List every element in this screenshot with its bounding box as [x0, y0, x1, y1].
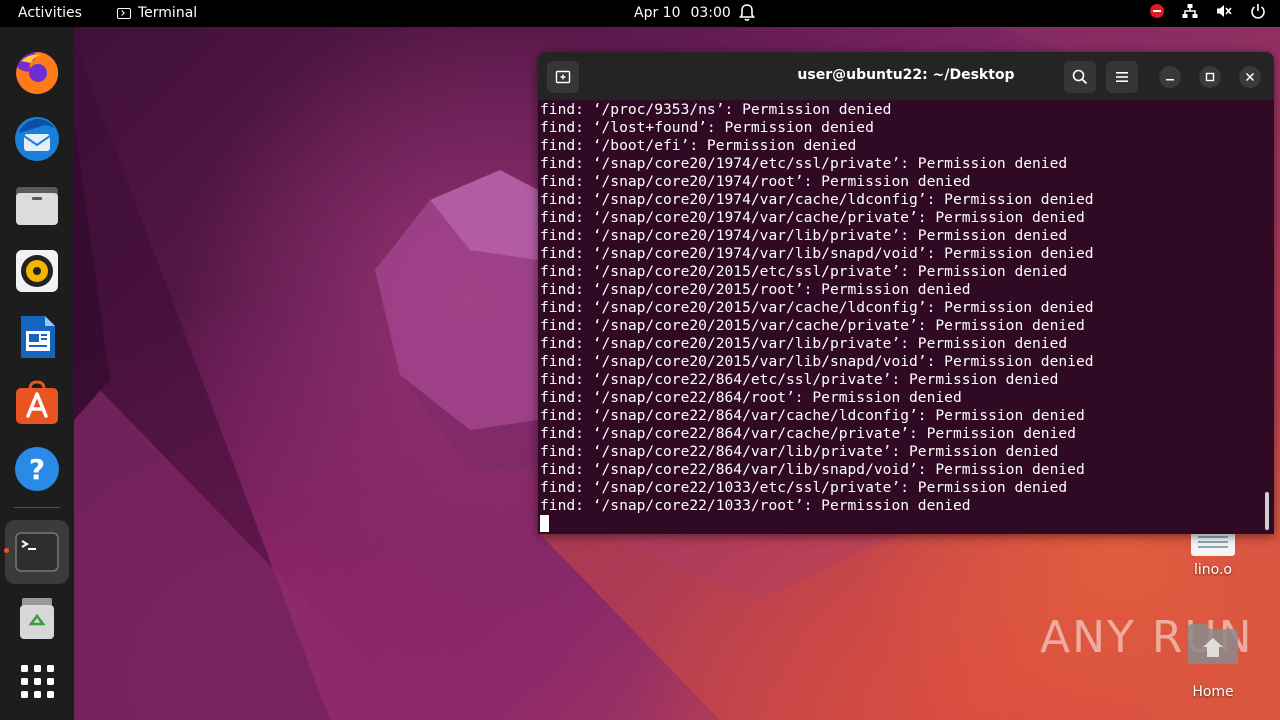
terminal-line: find: ‘/snap/core20/1974/var/lib/snapd/v… [540, 245, 1094, 262]
app-menu-label: Terminal [138, 5, 198, 21]
desktop-home-label: Home [1192, 684, 1234, 700]
show-applications-icon[interactable] [13, 657, 61, 705]
clock-date: Apr 10 [634, 5, 681, 21]
help-icon[interactable]: ? [13, 445, 61, 493]
rhythmbox-icon[interactable] [13, 247, 61, 295]
terminal-line: find: ‘/snap/core22/864/var/cache/ldconf… [540, 407, 1085, 424]
trash-icon[interactable] [13, 594, 61, 642]
terminal-line: find: ‘/snap/core22/864/var/lib/private’… [540, 443, 1059, 460]
terminal-line: find: ‘/snap/core20/1974/etc/ssl/private… [540, 155, 1068, 172]
terminal-line: find: ‘/snap/core22/864/var/cache/privat… [540, 425, 1076, 442]
terminal-line: find: ‘/snap/core20/1974/root’: Permissi… [540, 173, 971, 190]
minimize-icon [1166, 79, 1174, 81]
thunderbird-icon[interactable] [13, 115, 61, 163]
dock: ? [0, 27, 74, 720]
network-icon[interactable] [1182, 3, 1198, 19]
terminal-line: find: ‘/snap/core20/2015/var/cache/ldcon… [540, 299, 1094, 316]
top-bar: Activities Terminal Apr 10 03:00 [0, 0, 1280, 27]
running-indicator [4, 548, 9, 553]
terminal-line: find: ‘/snap/core22/1033/etc/ssl/private… [540, 479, 1068, 496]
clock[interactable]: Apr 10 03:00 [634, 5, 731, 21]
volume-icon[interactable] [1216, 3, 1232, 19]
terminal-line: find: ‘/snap/core22/864/root’: Permissio… [540, 389, 962, 406]
power-icon[interactable] [1250, 3, 1266, 19]
maximize-button[interactable] [1199, 66, 1221, 88]
do-not-disturb-icon[interactable] [1150, 4, 1164, 18]
terminal-line: find: ‘/snap/core22/864/etc/ssl/private’… [540, 371, 1059, 388]
terminal-line: find: ‘/snap/core22/864/var/lib/snapd/vo… [540, 461, 1085, 478]
terminal-line: find: ‘/boot/efi’: Permission denied [540, 137, 857, 154]
terminal-cursor [540, 515, 549, 532]
terminal-line: find: ‘/snap/core20/2015/var/lib/snapd/v… [540, 353, 1094, 370]
system-tray[interactable] [1150, 3, 1266, 19]
libreoffice-writer-icon[interactable] [13, 313, 61, 361]
terminal-line: find: ‘/snap/core20/1974/var/cache/ldcon… [540, 191, 1094, 208]
terminal-window[interactable]: user@ubuntu22: ~/Desktop find: ‘/proc/93… [538, 52, 1274, 534]
terminal-scrollbar[interactable] [1265, 492, 1269, 530]
firefox-icon[interactable] [13, 49, 61, 97]
terminal-line: find: ‘/snap/core20/1974/var/lib/private… [540, 227, 1068, 244]
terminal-line: find: ‘/snap/core20/1974/var/cache/priva… [540, 209, 1085, 226]
search-icon [1072, 69, 1088, 85]
terminal-line: find: ‘/snap/core20/2015/etc/ssl/private… [540, 263, 1068, 280]
dock-separator [14, 507, 60, 508]
close-button[interactable] [1239, 66, 1261, 88]
menu-button[interactable] [1106, 61, 1138, 93]
desktop-file-lino[interactable]: lino.o [1173, 528, 1253, 578]
terminal-icon[interactable] [13, 528, 61, 576]
clock-time: 03:00 [690, 5, 731, 21]
terminal-line: find: ‘/snap/core20/2015/var/lib/private… [540, 335, 1068, 352]
desktop-home-folder[interactable]: Home [1173, 620, 1253, 700]
terminal-prompt-line[interactable] [540, 515, 1256, 533]
terminal-line: find: ‘/snap/core22/1033/root’: Permissi… [540, 497, 971, 514]
terminal-titlebar[interactable]: user@ubuntu22: ~/Desktop [538, 52, 1274, 100]
files-icon[interactable] [13, 181, 61, 229]
ubuntu-software-icon[interactable] [13, 379, 61, 427]
search-button[interactable] [1064, 61, 1096, 93]
terminal-app-icon [117, 7, 131, 19]
close-icon [1245, 72, 1255, 82]
home-folder-icon [1188, 624, 1238, 664]
terminal-line: find: ‘/lost+found’: Permission denied [540, 119, 874, 136]
app-menu[interactable]: Terminal [117, 5, 197, 21]
desktop-file-label: lino.o [1194, 562, 1232, 578]
terminal-line: find: ‘/snap/core20/2015/var/cache/priva… [540, 317, 1085, 334]
activities-button[interactable]: Activities [18, 5, 82, 21]
terminal-output[interactable]: find: ‘/proc/9353/ns’: Permission denied… [540, 101, 1256, 533]
notification-bell-icon[interactable] [739, 4, 755, 22]
svg-text:?: ? [29, 453, 45, 486]
terminal-line: find: ‘/snap/core20/2015/root’: Permissi… [540, 281, 971, 298]
maximize-icon [1205, 72, 1215, 82]
minimize-button[interactable] [1159, 66, 1181, 88]
terminal-line: find: ‘/proc/9353/ns’: Permission denied [540, 101, 892, 118]
hamburger-menu-icon [1116, 72, 1128, 82]
